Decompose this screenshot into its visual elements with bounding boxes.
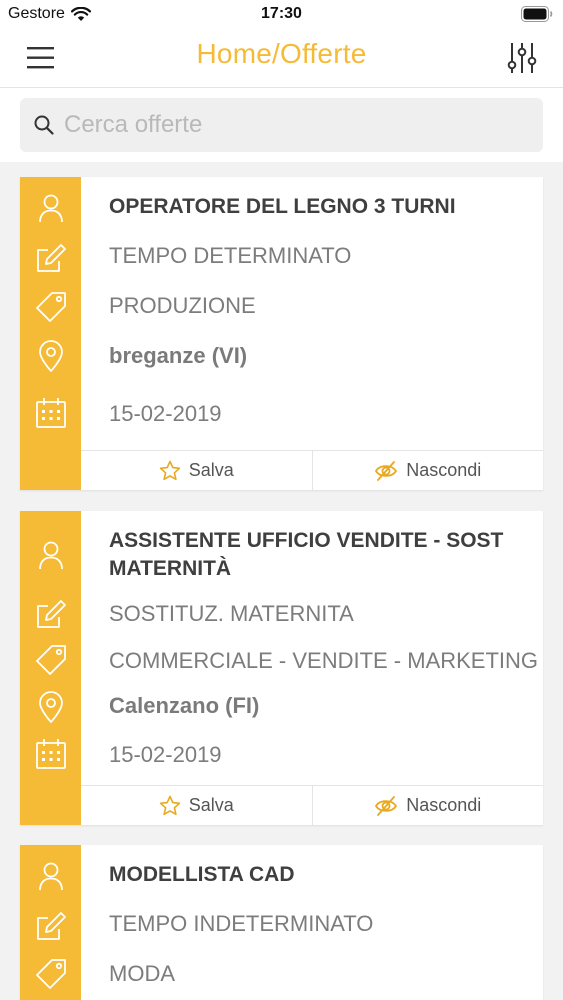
card-actions: Salva Nascondi <box>81 785 543 825</box>
offer-sector: PRODUZIONE <box>109 293 256 318</box>
user-icon <box>39 862 63 891</box>
hide-button[interactable]: Nascondi <box>311 451 544 490</box>
offer-date: 15-02-2019 <box>109 401 222 426</box>
calendar-icon <box>36 397 66 428</box>
offer-sector: MODA <box>109 961 175 986</box>
tag-icon <box>36 959 66 989</box>
filter-sliders-icon <box>507 43 537 73</box>
star-icon <box>159 795 180 816</box>
offer-title: MODELLISTA CAD <box>109 863 295 886</box>
save-button[interactable]: Salva <box>81 786 312 825</box>
edit-icon <box>37 244 66 272</box>
offer-contract: TEMPO INDETERMINATO <box>109 911 374 936</box>
status-bar: Gestore 17:30 <box>0 0 563 30</box>
offer-sector: COMMERCIALE - VENDITE - MARKETING <box>109 648 539 673</box>
save-button[interactable]: Salva <box>81 451 312 490</box>
star-icon <box>159 460 180 481</box>
card-icon-strip <box>20 177 81 490</box>
search-icon <box>34 115 54 135</box>
clock: 17:30 <box>261 5 302 22</box>
offer-title: ASSISTENTE UFFICIO VENDITE - SOST MATERN… <box>109 529 504 580</box>
tag-icon <box>36 292 66 322</box>
search-box[interactable] <box>20 98 543 152</box>
save-label: Salva <box>188 795 234 815</box>
edit-icon <box>37 912 66 940</box>
filter-button[interactable] <box>507 41 537 75</box>
save-label: Salva <box>188 460 234 480</box>
navigation-bar: Home/Offerte <box>0 30 563 88</box>
tag-icon <box>36 645 66 675</box>
offer-date: 15-02-2019 <box>109 742 222 767</box>
page-title: Home/Offerte <box>196 38 367 69</box>
search-input[interactable] <box>64 98 534 152</box>
offer-location: breganze (VI) <box>109 343 248 368</box>
card-icon-strip <box>20 511 81 825</box>
offer-title: OPERATORE DEL LEGNO 3 TURNI <box>109 195 456 218</box>
hide-button[interactable]: Nascondi <box>311 786 544 825</box>
battery-icon <box>521 6 553 27</box>
calendar-icon <box>36 738 66 769</box>
offer-card[interactable]: OPERATORE DEL LEGNO 3 TURNI TEMPO DETERM… <box>20 177 543 490</box>
offer-contract: SOSTITUZ. MATERNITA <box>109 601 354 626</box>
offer-card[interactable]: MODELLISTA CAD TEMPO INDETERMINATO MODA <box>20 845 543 1000</box>
user-icon <box>39 194 63 223</box>
location-pin-icon <box>39 340 63 372</box>
hide-label: Nascondi <box>406 460 482 480</box>
edit-icon <box>37 600 66 628</box>
offer-contract: TEMPO DETERMINATO <box>109 243 352 268</box>
user-icon <box>39 541 63 570</box>
search-area <box>0 88 563 162</box>
location-pin-icon <box>39 691 63 723</box>
hide-label: Nascondi <box>406 795 482 815</box>
offer-location: Calenzano (FI) <box>109 693 260 718</box>
card-actions: Salva Nascondi <box>81 450 543 490</box>
card-icon-strip <box>20 845 81 1000</box>
eye-off-icon <box>375 460 398 481</box>
offer-card[interactable]: ASSISTENTE UFFICIO VENDITE - SOST MATERN… <box>20 511 543 825</box>
eye-off-icon <box>375 795 398 816</box>
